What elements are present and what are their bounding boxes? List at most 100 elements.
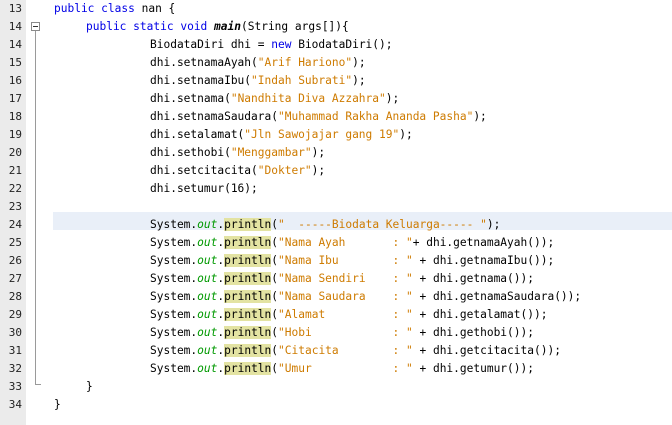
code-token: dhi.setnamaIbu(: [150, 74, 252, 87]
code-line[interactable]: 27 System.out.println("Nama Sendiri : " +…: [0, 270, 672, 288]
line-number: 25: [8, 236, 22, 249]
line-number: 23: [8, 200, 22, 213]
code-token: System.: [150, 218, 198, 231]
code-token: System.: [150, 290, 198, 303]
code-token: "Hobi : ": [278, 326, 413, 339]
code-text: dhi.setalamat("Jln Sawojajar gang 19");: [150, 126, 413, 144]
code-text: public static void main(String args[]){: [86, 18, 349, 36]
line-number: 18: [8, 110, 22, 123]
line-number: 20: [8, 146, 22, 159]
code-line[interactable]: 31 System.out.println("Citacita : " + dhi…: [0, 342, 672, 360]
code-token: dhi.setnamaAyah(: [150, 56, 258, 69]
code-token: void: [180, 20, 208, 33]
code-token: + dhi.getnama());: [412, 272, 534, 285]
code-token: nan {: [134, 2, 176, 15]
code-token: "Jln Sawojajar gang 19": [244, 128, 400, 141]
code-line[interactable]: 17 dhi.setnama("Nandhita Diva Azzahra");: [0, 90, 672, 108]
code-token: dhi.setnama(: [150, 92, 231, 105]
code-token: }: [54, 398, 61, 411]
code-line[interactable]: 22 dhi.setumur(16);: [0, 180, 672, 198]
code-line[interactable]: 16 dhi.setnamaIbu("Indah Subrati");: [0, 72, 672, 90]
code-text: public class nan {: [54, 0, 175, 18]
line-number: 17: [8, 92, 22, 105]
code-token: "Nama Ayah : ": [278, 236, 413, 249]
code-token: "Nama Saudara : ": [278, 290, 413, 303]
code-token: );: [352, 74, 366, 87]
code-line[interactable]: 21 dhi.setcitacita("Dokter");: [0, 162, 672, 180]
code-text: System.out.println(" -----Biodata Keluar…: [150, 216, 500, 234]
code-line[interactable]: 32 System.out.println("Umur : " + dhi.get…: [0, 360, 672, 378]
code-token: "Arif Hariono": [257, 56, 353, 69]
code-token: "Indah Subrati": [251, 74, 353, 87]
code-text: BiodataDiri dhi = new BiodataDiri();: [150, 36, 393, 54]
code-line[interactable]: 18 dhi.setnamaSaudara("Muhammad Rakha Ana…: [0, 108, 672, 126]
code-token: (String args[]){: [241, 20, 349, 33]
code-token: println: [224, 254, 272, 267]
code-token: dhi.setalamat(: [150, 128, 245, 141]
line-number: 26: [8, 254, 22, 267]
code-text: dhi.setnamaIbu("Indah Subrati");: [150, 72, 366, 90]
line-number: 28: [8, 290, 22, 303]
code-token: "Alamat : ": [278, 308, 413, 321]
code-text: dhi.setnamaSaudara("Muhammad Rakha Anand…: [150, 108, 487, 126]
code-token: + dhi.getnamaSaudara());: [412, 290, 582, 303]
code-token: System.: [150, 308, 198, 321]
code-line[interactable]: 26 System.out.println("Nama Ibu : " + dhi…: [0, 252, 672, 270]
line-number: 27: [8, 272, 22, 285]
code-text: dhi.setnama("Nandhita Diva Azzahra");: [150, 90, 399, 108]
code-token: new: [271, 38, 292, 51]
line-number: 13: [8, 2, 22, 15]
code-line[interactable]: 34}: [0, 396, 672, 414]
code-line[interactable]: 23: [0, 198, 672, 216]
code-token: BiodataDiri dhi =: [150, 38, 272, 51]
code-token: "Umur : ": [278, 362, 413, 375]
line-number: 16: [8, 74, 22, 87]
code-line[interactable]: 29 System.out.println("Alamat : " + dhi.g…: [0, 306, 672, 324]
code-token: + dhi.getnamaAyah());: [412, 236, 555, 249]
code-line[interactable]: 25 System.out.println("Nama Ayah : "+ dhi…: [0, 234, 672, 252]
code-token: println: [224, 236, 272, 249]
code-token: println: [224, 218, 272, 231]
code-token: );: [311, 164, 326, 177]
code-text: System.out.println("Nama Sendiri : " + d…: [150, 270, 534, 288]
code-line[interactable]: 14 BiodataDiri dhi = new BiodataDiri();: [0, 36, 672, 54]
line-number: 30: [8, 326, 22, 339]
line-number: 22: [8, 182, 22, 195]
code-token: System.: [150, 236, 198, 249]
line-number: 34: [8, 398, 22, 411]
code-token: System.: [150, 344, 198, 357]
code-token: }: [86, 380, 93, 393]
code-line[interactable]: 13 public class nan {: [0, 0, 672, 18]
code-token: println: [224, 344, 272, 357]
code-line[interactable]: 24 System.out.println(" -----Biodata Kelu…: [0, 216, 672, 234]
code-line[interactable]: 28 System.out.println("Nama Saudara : " +…: [0, 288, 672, 306]
code-token: main: [214, 20, 241, 33]
code-token: + dhi.gethobi());: [412, 326, 534, 339]
code-line[interactable]: 20 dhi.sethobi("Menggambar");: [0, 144, 672, 162]
code-token: public: [54, 2, 95, 15]
code-line[interactable]: 19 dhi.setalamat("Jln Sawojajar gang 19")…: [0, 126, 672, 144]
code-token: BiodataDiri();: [291, 38, 393, 51]
code-token: System.: [150, 362, 198, 375]
code-token: );: [486, 218, 501, 231]
code-editor[interactable]: 13 public class nan {14 public static void…: [0, 0, 672, 425]
code-token: println: [224, 308, 272, 321]
code-token: println: [224, 362, 272, 375]
code-text: System.out.println("Nama Ibu : " + dhi.g…: [150, 252, 554, 270]
code-line[interactable]: 30 System.out.println("Hobi : " + dhi.get…: [0, 324, 672, 342]
code-token: out: [197, 326, 218, 339]
code-token: "Menggambar": [230, 146, 312, 159]
code-token: );: [311, 146, 326, 159]
code-token: );: [385, 92, 400, 105]
code-token: System.: [150, 254, 198, 267]
code-token: + dhi.getumur());: [412, 362, 534, 375]
code-token: class: [101, 2, 135, 15]
code-token: System.: [150, 272, 198, 285]
code-token: println: [224, 272, 272, 285]
line-number: 29: [8, 308, 22, 321]
code-line[interactable]: 15 dhi.setnamaAyah("Arif Hariono");: [0, 54, 672, 72]
code-line[interactable]: 14 public static void main(String args[])…: [0, 18, 672, 36]
code-token: "Muhammad Rakha Ananda Pasha": [277, 110, 474, 123]
code-line[interactable]: 33}: [0, 378, 672, 396]
code-token: );: [399, 128, 413, 141]
